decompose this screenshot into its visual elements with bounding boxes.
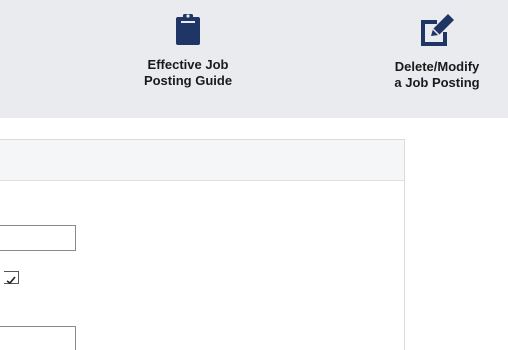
text-input[interactable] <box>0 225 76 251</box>
guide-label-line2: Posting Guide <box>143 73 233 88</box>
modify-label-line1: Delete/Modify <box>394 59 480 74</box>
text-input-secondary[interactable] <box>0 326 76 350</box>
checkmark-icon <box>6 276 16 285</box>
panel-header <box>0 140 404 181</box>
edit-icon <box>372 12 502 53</box>
form-panel <box>0 139 405 350</box>
clipboard-icon <box>128 12 248 51</box>
top-toolbar: Effective Job Posting Guide Delete/Modif… <box>0 0 508 118</box>
effective-job-posting-guide-link[interactable]: Effective Job Posting Guide <box>128 12 248 89</box>
guide-label-line1: Effective Job <box>147 57 229 72</box>
modify-label-line2: a Job Posting <box>394 75 480 90</box>
delete-modify-job-posting-link[interactable]: Delete/Modify a Job Posting <box>372 12 502 91</box>
checkbox[interactable] <box>4 271 19 285</box>
page: Effective Job Posting Guide Delete/Modif… <box>0 0 508 350</box>
